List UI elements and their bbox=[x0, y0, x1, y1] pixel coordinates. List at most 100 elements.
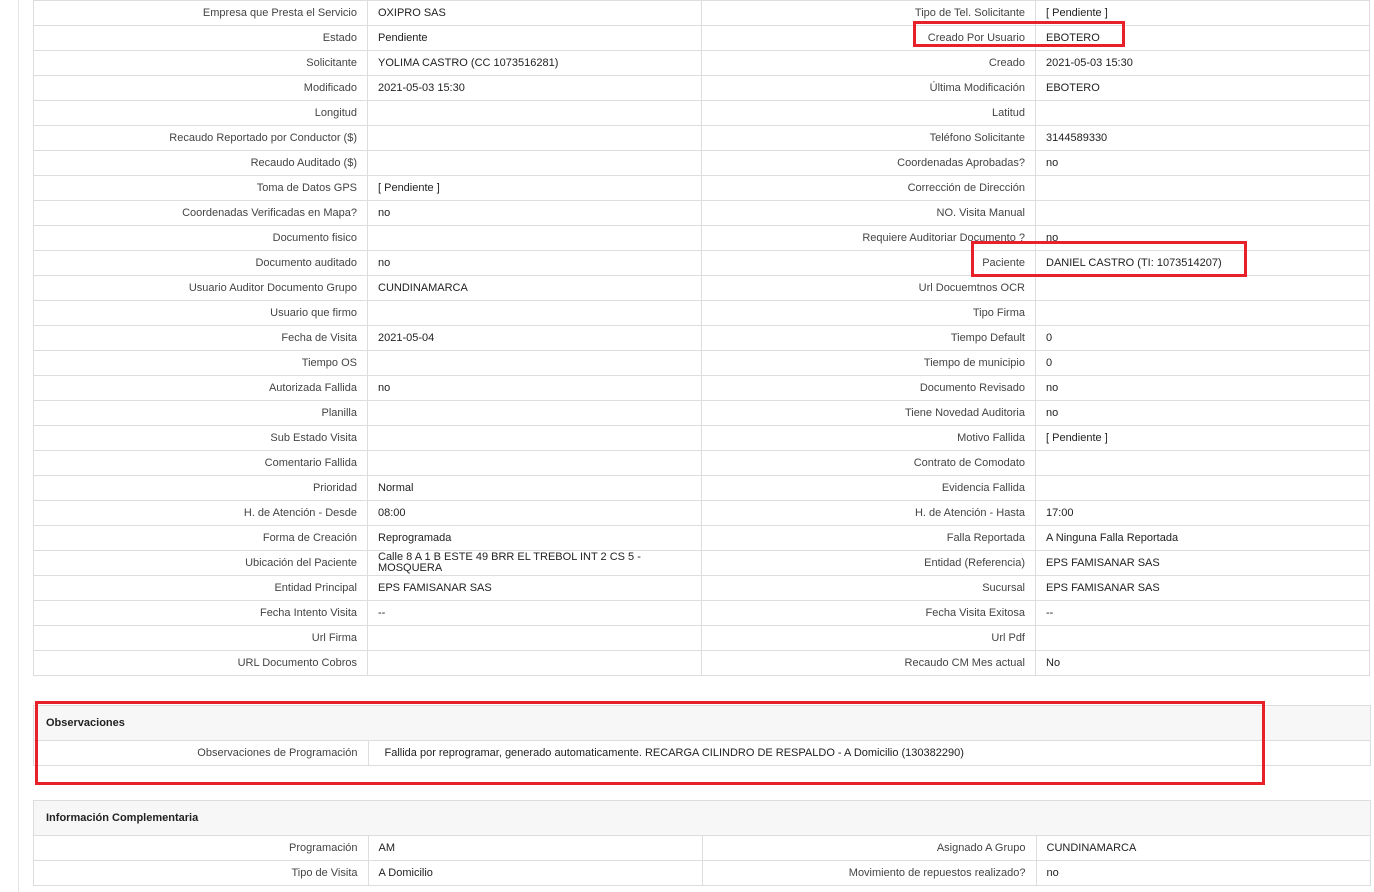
field-value: EBOTERO bbox=[1035, 25, 1370, 51]
field-label: Recaudo CM Mes actual bbox=[701, 650, 1036, 676]
table-row: Usuario que firmo Tipo Firma bbox=[33, 300, 1370, 326]
field-value: CUNDINAMARCA bbox=[1046, 842, 1137, 854]
table-row: Modificado 2021-05-03 15:30 Última Modific… bbox=[33, 75, 1370, 101]
field-value: AM bbox=[368, 836, 703, 861]
field-label: Usuario que firmo bbox=[33, 300, 368, 326]
table-row: Entidad Principal EPS FAMISANAR SAS Sucurs… bbox=[33, 575, 1370, 601]
field-label: Tipo de Tel. Solicitante bbox=[701, 0, 1036, 26]
field-value bbox=[1035, 175, 1370, 201]
field-label: Falla Reportada bbox=[701, 525, 1036, 551]
field-label: Latitud bbox=[701, 100, 1036, 126]
field-value: no bbox=[1035, 225, 1370, 251]
field-label: Tiempo OS bbox=[33, 350, 368, 376]
table-row: Documento fisico Requiere Auditoriar Docu… bbox=[33, 225, 1370, 251]
field-label: Empresa que Presta el Servicio bbox=[33, 0, 368, 26]
field-label: Evidencia Fallida bbox=[701, 475, 1036, 501]
field-label: Recaudo Auditado ($) bbox=[33, 150, 368, 176]
field-value: -- bbox=[367, 600, 702, 626]
field-label: Contrato de Comodato bbox=[701, 450, 1036, 476]
field-value: 0 bbox=[1035, 350, 1370, 376]
table-row: Observaciones de Programación Fallida po… bbox=[34, 741, 1370, 765]
field-label: Sucursal bbox=[701, 575, 1036, 601]
table-row: Forma de Creación Reprogramada Falla Repor… bbox=[33, 525, 1370, 551]
field-label: Toma de Datos GPS bbox=[33, 175, 368, 201]
field-label: Modificado bbox=[33, 75, 368, 101]
field-value: OXIPRO SAS bbox=[367, 0, 702, 26]
field-value: no bbox=[1036, 860, 1370, 885]
field-value: 2021-05-03 15:30 bbox=[367, 75, 702, 101]
informacion-complementaria-section: Información Complementaria Programación A… bbox=[33, 800, 1371, 886]
table-row: Autorizada Fallida no Documento Revisado no bbox=[33, 375, 1370, 401]
field-value bbox=[367, 100, 702, 126]
field-value bbox=[367, 300, 702, 326]
field-value bbox=[1035, 625, 1370, 651]
table-row: Coordenadas Verificadas en Mapa? no NO. Vi… bbox=[33, 200, 1370, 226]
field-value bbox=[367, 350, 702, 376]
field-label: Solicitante bbox=[33, 50, 368, 76]
field-value: Normal bbox=[367, 475, 702, 501]
table-row: Usuario Auditor Documento Grupo CUNDINAMA… bbox=[33, 275, 1370, 301]
field-label: Longitud bbox=[33, 100, 368, 126]
field-label: Entidad Principal bbox=[33, 575, 368, 601]
field-value bbox=[367, 425, 702, 451]
field-label: Corrección de Dirección bbox=[701, 175, 1036, 201]
field-value: [ Pendiente ] bbox=[1035, 425, 1370, 451]
table-row: Fecha de Visita 2021-05-04 Tiempo Default 0 bbox=[33, 325, 1370, 351]
field-label: Documento Revisado bbox=[701, 375, 1036, 401]
table-row: Tiempo OS Tiempo de municipio 0 bbox=[33, 350, 1370, 376]
observaciones-title: Observaciones bbox=[34, 706, 1370, 741]
field-label: H. de Atención - Desde bbox=[33, 500, 368, 526]
table-row: H. de Atención - Desde 08:00 H. de Atenció… bbox=[33, 500, 1370, 526]
field-label: Tipo Firma bbox=[701, 300, 1036, 326]
field-value: Calle 8 A 1 B ESTE 49 BRR EL TREBOL INT … bbox=[367, 550, 702, 576]
field-value: Pendiente bbox=[367, 25, 702, 51]
field-label: Sub Estado Visita bbox=[33, 425, 368, 451]
field-label: Fecha de Visita bbox=[33, 325, 368, 351]
field-value bbox=[1035, 200, 1370, 226]
field-value: EPS FAMISANAR SAS bbox=[367, 575, 702, 601]
field-label: Asignado A Grupo bbox=[702, 836, 1037, 861]
field-label: Movimiento de repuestos realizado? bbox=[702, 860, 1037, 885]
field-label: Fecha Visita Exitosa bbox=[701, 600, 1036, 626]
field-label: Forma de Creación bbox=[33, 525, 368, 551]
field-value bbox=[1035, 275, 1370, 301]
field-value: 3144589330 bbox=[1035, 125, 1370, 151]
table-row: Solicitante YOLIMA CASTRO (CC 1073516281)… bbox=[33, 50, 1370, 76]
table-row: Comentario Fallida Contrato de Comodato bbox=[33, 450, 1370, 476]
field-value: A Domicilio bbox=[368, 860, 703, 885]
field-label: Usuario Auditor Documento Grupo bbox=[33, 275, 368, 301]
field-label: Recaudo Reportado por Conductor ($) bbox=[33, 125, 368, 151]
field-label: Tiempo de municipio bbox=[701, 350, 1036, 376]
field-label: Fecha Intento Visita bbox=[33, 600, 368, 626]
field-value bbox=[1035, 475, 1370, 501]
field-label: Entidad (Referencia) bbox=[701, 550, 1036, 576]
field-value: 08:00 bbox=[367, 500, 702, 526]
field-label: Teléfono Solicitante bbox=[701, 125, 1036, 151]
field-value: 2021-05-03 15:30 bbox=[1035, 50, 1370, 76]
field-value: no bbox=[367, 375, 702, 401]
field-value bbox=[1035, 300, 1370, 326]
table-row: Tipo de Visita A Domicilio Movimiento de r… bbox=[34, 860, 1370, 885]
field-label: Coordenadas Aprobadas? bbox=[701, 150, 1036, 176]
table-row: Url Firma Url Pdf bbox=[33, 625, 1370, 651]
table-row: Estado Pendiente Creado Por Usuario EBOTERO bbox=[33, 25, 1370, 51]
field-label: Motivo Fallida bbox=[701, 425, 1036, 451]
field-value: no bbox=[1035, 375, 1370, 401]
field-label: Estado bbox=[33, 25, 368, 51]
field-value: -- bbox=[1035, 600, 1370, 626]
field-value: no bbox=[1035, 150, 1370, 176]
field-value: YOLIMA CASTRO (CC 1073516281) bbox=[367, 50, 702, 76]
field-label: Paciente bbox=[701, 250, 1036, 276]
field-label: NO. Visita Manual bbox=[701, 200, 1036, 226]
field-label: Planilla bbox=[33, 400, 368, 426]
field-value: CUNDINAMARCA bbox=[367, 275, 702, 301]
field-label: Coordenadas Verificadas en Mapa? bbox=[33, 200, 368, 226]
field-value: 17:00 bbox=[1035, 500, 1370, 526]
field-label: Requiere Auditoriar Documento ? bbox=[701, 225, 1036, 251]
field-value: Fallida por reprogramar, generado automa… bbox=[384, 747, 964, 759]
table-row: Ubicación del Paciente Calle 8 A 1 B ESTE… bbox=[33, 550, 1370, 576]
field-value: 0 bbox=[1035, 325, 1370, 351]
table-row: Empresa que Presta el Servicio OXIPRO SAS… bbox=[33, 0, 1370, 26]
field-value bbox=[367, 125, 702, 151]
field-value bbox=[367, 150, 702, 176]
